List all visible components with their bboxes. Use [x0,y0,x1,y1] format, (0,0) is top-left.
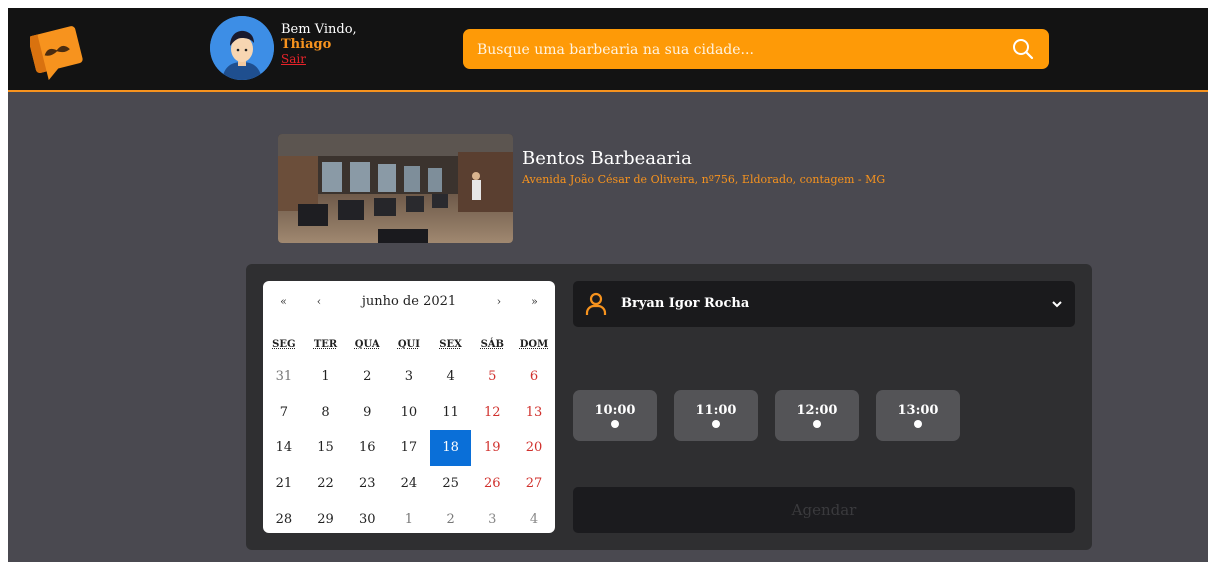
calendar-day[interactable]: 31 [263,359,305,395]
calendar-day[interactable]: 24 [388,466,430,502]
barbershop-image [278,134,513,243]
user-avatar-icon [210,16,274,80]
time-slot[interactable]: 11:00 [674,390,758,441]
calendar-day[interactable]: 28 [263,501,305,537]
calendar-day[interactable]: 13 [513,395,555,431]
prev-year-button[interactable]: « [263,295,304,308]
logout-link[interactable]: Sair [281,52,357,67]
calendar-day[interactable]: 29 [305,501,347,537]
slot-indicator [914,420,922,428]
calendar-day[interactable]: 2 [346,359,388,395]
weekday-label: SEX [439,339,462,350]
search-input[interactable] [475,29,999,71]
calendar-day[interactable]: 26 [471,466,513,502]
calendar-day[interactable]: 10 [388,395,430,431]
calendar-day[interactable]: 1 [388,501,430,537]
calendar-day[interactable]: 6 [513,359,555,395]
calendar-day[interactable]: 22 [305,466,347,502]
user-avatar[interactable] [210,16,274,80]
weekday-header: SEG TER QUA QUI SEX SÁB DOM [263,339,555,350]
calendar-day[interactable]: 16 [346,430,388,466]
prev-month-button[interactable]: ‹ [304,295,334,308]
selected-day[interactable]: 18 [429,430,472,466]
next-month-button[interactable]: › [484,295,514,308]
time-slots: 10:00 11:00 12:00 13:00 [573,390,960,441]
calendar-day[interactable]: 7 [263,395,305,431]
calendar-day[interactable]: 2 [430,501,472,537]
top-bar: Bem Vindo, Thiago Sair [8,8,1208,92]
calendar-day[interactable]: 4 [513,501,555,537]
barber-select[interactable]: Bryan Igor Rocha [573,281,1075,327]
calendar-day[interactable]: 5 [471,359,513,395]
calendar-day[interactable]: 3 [388,359,430,395]
welcome-text: Bem Vindo, [281,22,357,37]
calendar-day[interactable]: 15 [305,430,347,466]
date-picker: « ‹ junho de 2021 › » SEG TER QUA QUI SEX SÁB… [263,281,555,533]
calendar-day[interactable]: 19 [471,430,513,466]
next-year-button[interactable]: » [514,295,555,308]
logo-icon[interactable] [30,22,86,80]
calendar-navigation: « ‹ junho de 2021 › » [263,289,555,313]
shop-address: Avenida João César de Oliveira, nº756, E… [522,173,886,186]
calendar-day[interactable]: 4 [430,359,472,395]
chevron-down-icon [1052,301,1062,308]
slot-indicator [813,420,821,428]
calendar-day[interactable]: 1 [305,359,347,395]
search-bar [463,29,1049,71]
calendar-day[interactable]: 9 [346,395,388,431]
time-slot[interactable]: 12:00 [775,390,859,441]
weekday-label: QUI [397,339,420,350]
calendar-day[interactable]: 17 [388,430,430,466]
slot-indicator [712,420,720,428]
calendar-day[interactable]: 3 [471,501,513,537]
person-icon [585,292,607,315]
time-slot[interactable]: 13:00 [876,390,960,441]
calendar-days: 31 1 2 3 4 5 6 7 8 9 10 11 12 13 14 15 16 17 18 19 20 21 22 23 2… [263,359,555,537]
selected-barber: Bryan Igor Rocha [621,296,750,311]
shop-photo [278,134,513,243]
calendar-day[interactable]: 8 [305,395,347,431]
booking-panel: « ‹ junho de 2021 › » SEG TER QUA QUI SEX SÁB… [246,264,1092,550]
username: Thiago [281,37,332,52]
app-frame: Bem Vindo, Thiago Sair Busque uma barbea… [8,8,1208,562]
welcome-block: Bem Vindo, Thiago Sair [281,22,357,67]
schedule-button[interactable]: Agendar [573,487,1075,533]
weekday-label: DOM [519,339,549,350]
calendar-day[interactable]: 23 [346,466,388,502]
calendar-day[interactable]: 20 [513,430,555,466]
time-slot-label: 13:00 [897,403,939,418]
calendar-day[interactable]: 14 [263,430,305,466]
time-slot-label: 10:00 [594,403,636,418]
time-slot-label: 11:00 [695,403,737,418]
time-slot[interactable]: 10:00 [573,390,657,441]
calendar-day[interactable]: 25 [430,466,472,502]
shop-name: Bentos Barbeaaria [522,148,692,169]
calendar-day[interactable]: 11 [430,395,472,431]
calendar-day[interactable]: 12 [471,395,513,431]
weekday-label: SÁB [480,339,504,350]
time-slot-label: 12:00 [796,403,838,418]
weekday-label: SEG [272,339,296,350]
weekday-label: TER [313,339,338,350]
slot-indicator [611,420,619,428]
calendar-day[interactable]: 27 [513,466,555,502]
calendar-day[interactable]: 30 [346,501,388,537]
calendar-day[interactable]: 21 [263,466,305,502]
search-icon[interactable] [1011,37,1035,61]
weekday-label: QUA [354,339,380,350]
month-label[interactable]: junho de 2021 [334,294,484,309]
